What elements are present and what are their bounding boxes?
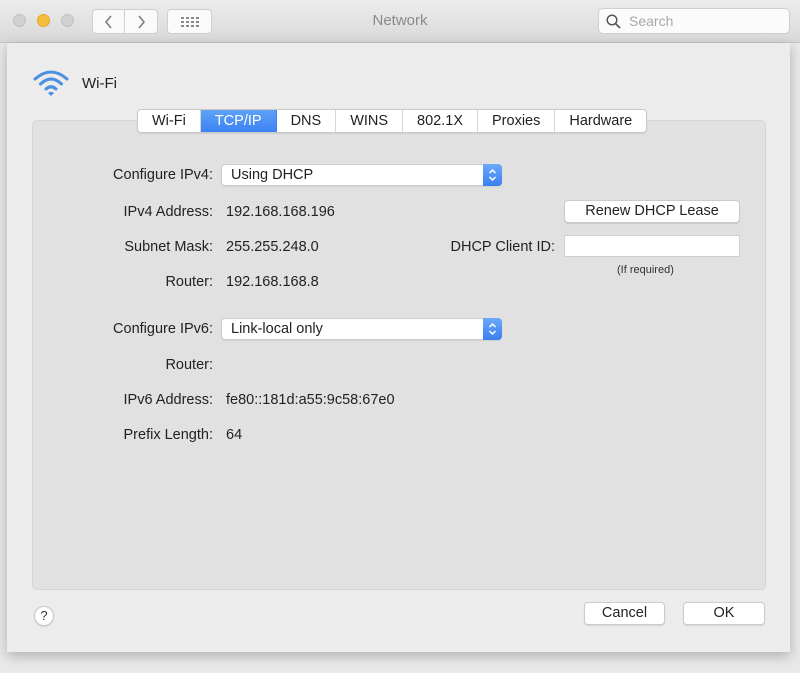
- service-name: Wi-Fi: [82, 74, 117, 92]
- ok-button[interactable]: OK: [683, 602, 765, 625]
- dhcp-client-id-label: DHCP Client ID:: [450, 239, 555, 255]
- advanced-settings-sheet: Wi-Fi Wi-Fi TCP/IP DNS WINS 802.1X Proxi…: [7, 43, 790, 652]
- ipv4-router-value: 192.168.168.8: [226, 274, 319, 290]
- search-input[interactable]: [627, 12, 781, 30]
- ipv6-router-label: Router:: [165, 357, 213, 373]
- tab-tcpip[interactable]: TCP/IP: [200, 110, 277, 132]
- renew-dhcp-lease-button[interactable]: Renew DHCP Lease: [564, 200, 740, 223]
- up-down-arrows-icon: [483, 164, 502, 186]
- ipv6-address-value: fe80::181d:a55:9c58:67e0: [226, 392, 395, 408]
- service-header: Wi-Fi: [32, 68, 117, 98]
- dhcp-client-id-input[interactable]: [564, 235, 740, 257]
- tab-8021x[interactable]: 802.1X: [403, 110, 479, 132]
- configure-ipv4-label: Configure IPv4:: [113, 167, 213, 183]
- dhcp-client-id-hint: (If required): [617, 264, 674, 276]
- subnet-mask-label: Subnet Mask:: [124, 239, 213, 255]
- search-icon: [606, 13, 621, 29]
- configure-ipv6-value: Link-local only: [231, 321, 323, 337]
- prefix-length-value: 64: [226, 427, 243, 443]
- cancel-button[interactable]: Cancel: [584, 602, 665, 625]
- title-bar: Network: [0, 0, 800, 43]
- search-field[interactable]: [598, 8, 790, 34]
- configure-ipv6-label: Configure IPv6:: [113, 321, 213, 337]
- ipv6-address-label: IPv6 Address:: [123, 392, 213, 408]
- tab-wifi[interactable]: Wi-Fi: [138, 110, 201, 132]
- tab-wins[interactable]: WINS: [336, 110, 404, 132]
- tab-proxies[interactable]: Proxies: [478, 110, 556, 132]
- configure-ipv4-value: Using DHCP: [231, 167, 314, 183]
- wifi-icon: [33, 70, 69, 96]
- up-down-arrows-icon: [483, 318, 502, 340]
- subnet-mask-value: 255.255.248.0: [226, 239, 319, 255]
- configure-ipv6-popup[interactable]: Link-local only: [221, 318, 502, 340]
- tab-hardware[interactable]: Hardware: [555, 110, 646, 132]
- tab-content-panel: [32, 120, 766, 590]
- ipv4-address-value: 192.168.168.196: [226, 204, 335, 220]
- tab-bar: Wi-Fi TCP/IP DNS WINS 802.1X Proxies Har…: [137, 109, 648, 133]
- prefix-length-label: Prefix Length:: [123, 427, 213, 443]
- help-button[interactable]: ?: [34, 606, 54, 626]
- tab-dns[interactable]: DNS: [277, 110, 337, 132]
- configure-ipv4-popup[interactable]: Using DHCP: [221, 164, 502, 186]
- ipv4-address-label: IPv4 Address:: [123, 204, 213, 220]
- ipv4-router-label: Router:: [165, 274, 213, 290]
